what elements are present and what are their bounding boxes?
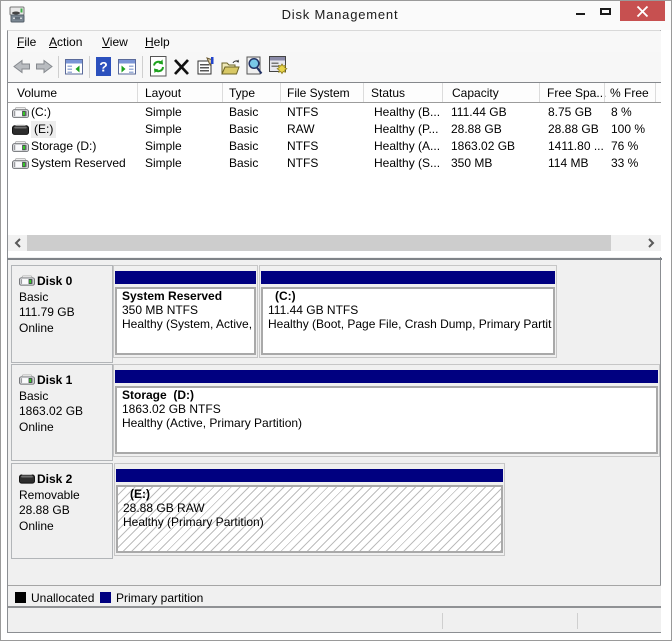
svg-text:?: ? [99,59,108,75]
